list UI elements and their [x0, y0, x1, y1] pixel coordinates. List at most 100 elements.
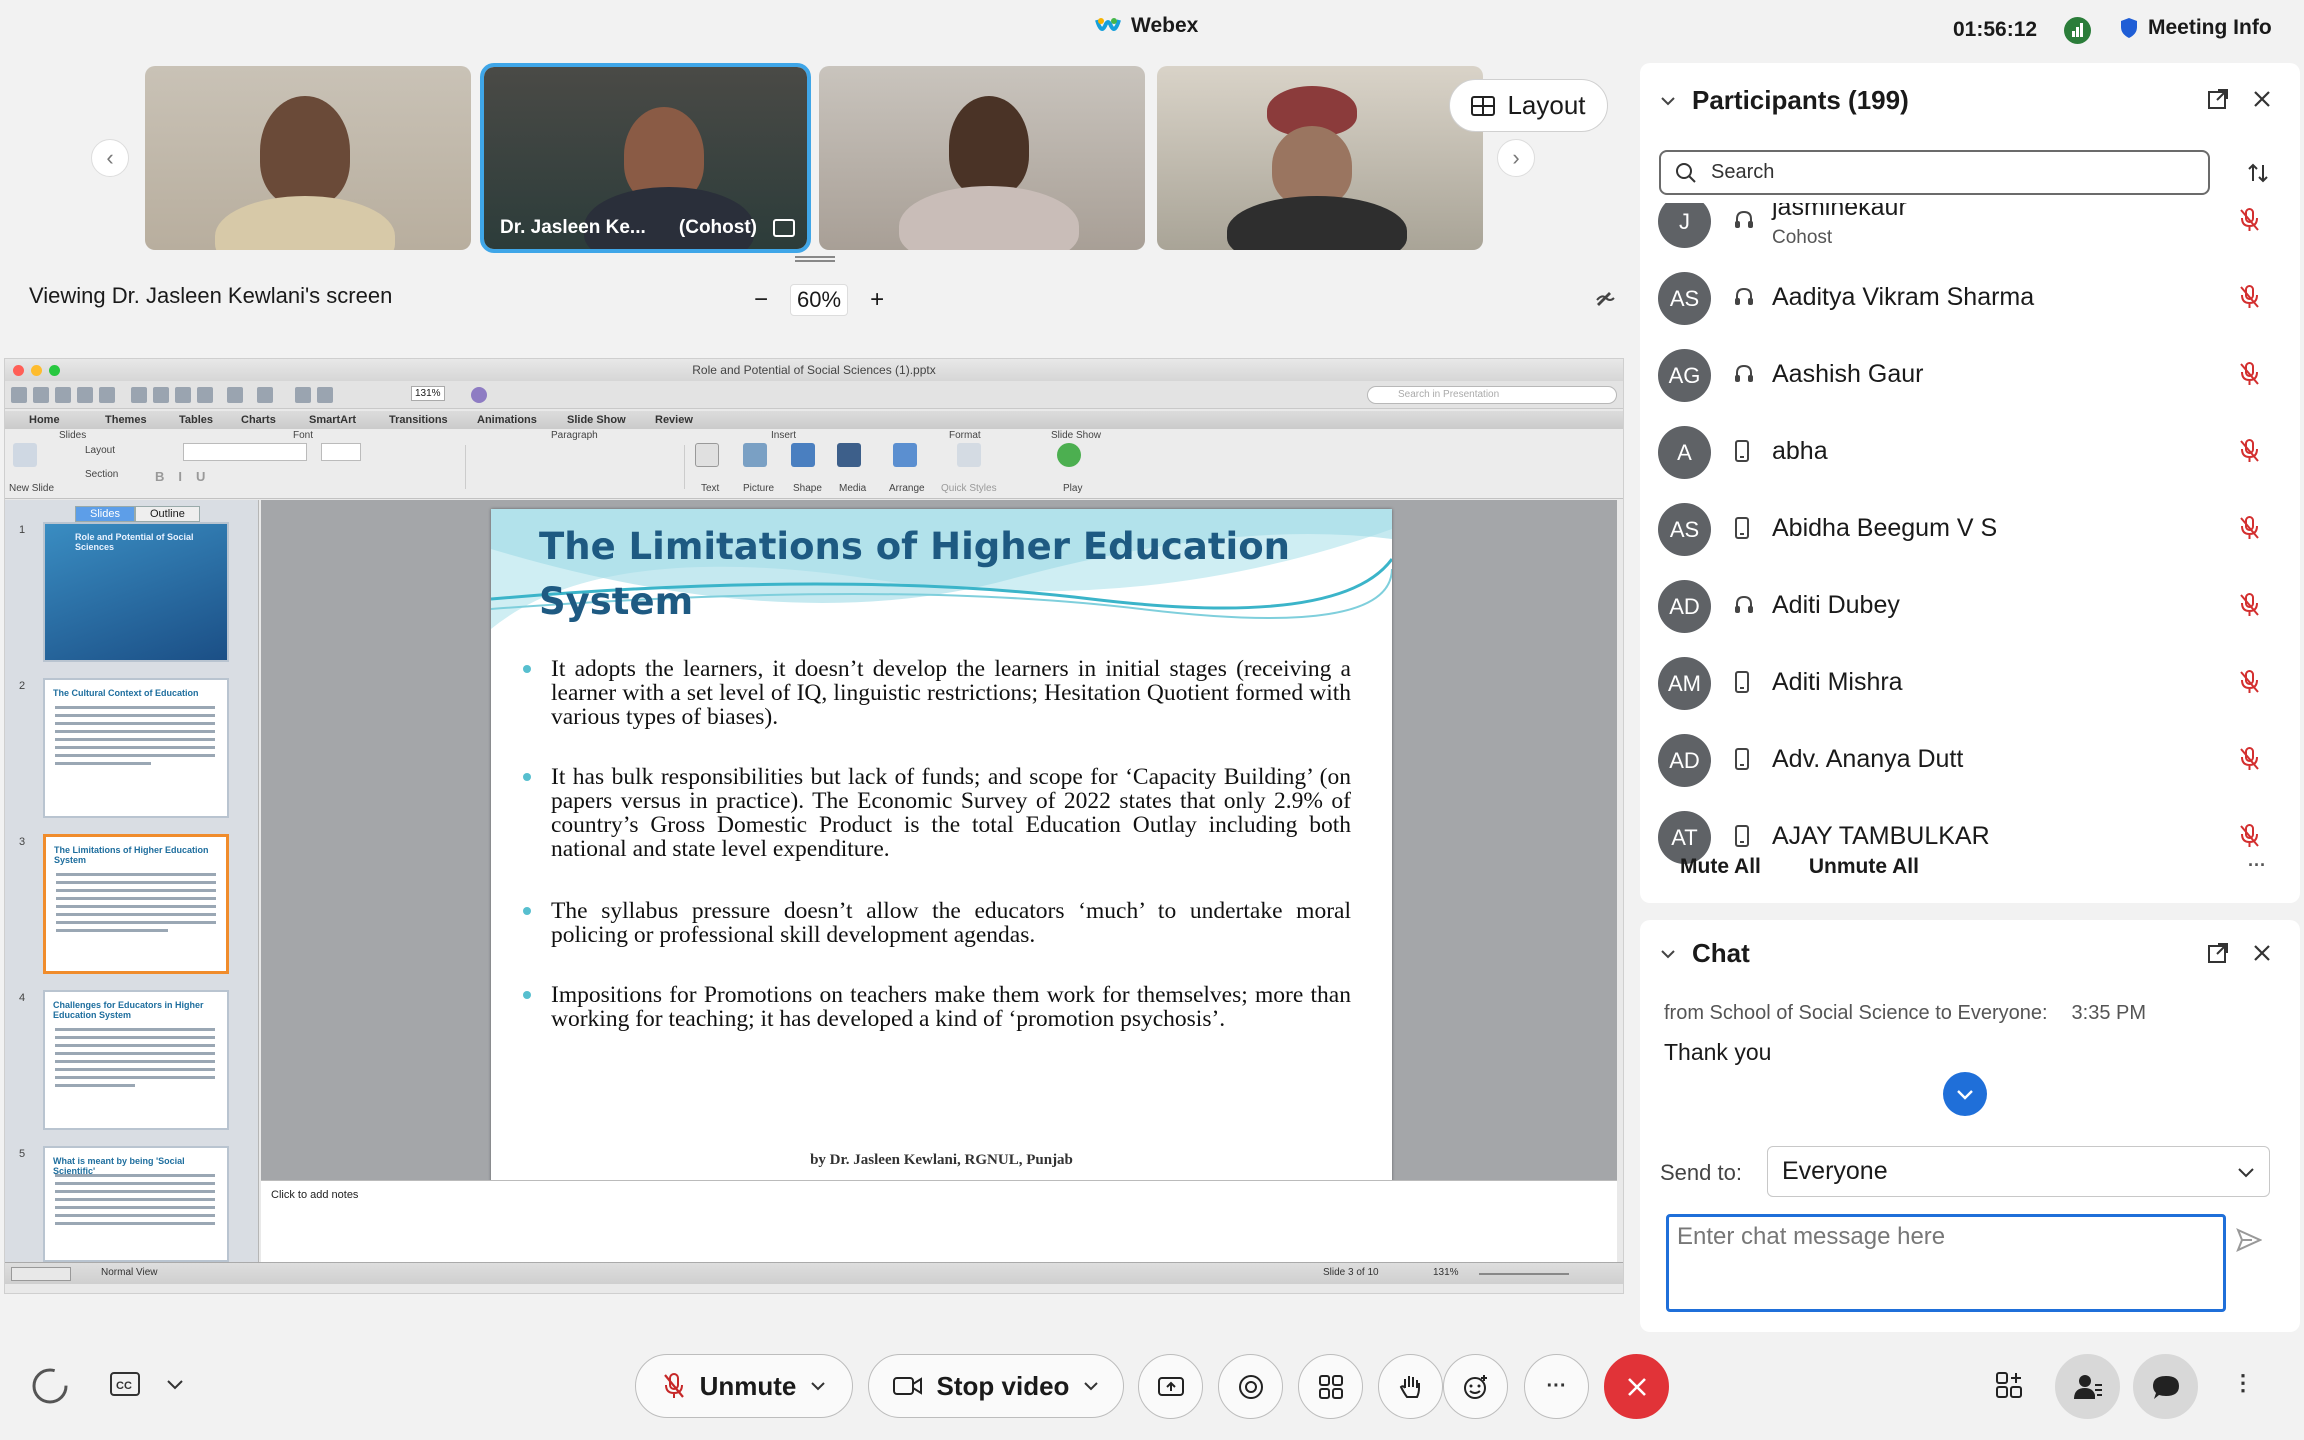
quick-styles-icon[interactable]: [957, 443, 981, 467]
ribbon-tab-tables[interactable]: Tables: [179, 414, 213, 426]
participant-row[interactable]: AS Aaditya Vikram Sharma: [1640, 260, 2300, 337]
tab-slides[interactable]: Slides: [75, 506, 135, 522]
media-icon[interactable]: [837, 443, 861, 467]
participant-row[interactable]: Jjasminekaur Cohost: [1640, 203, 2300, 260]
current-slide[interactable]: The Limitations of Higher Education Syst…: [491, 509, 1392, 1185]
scroll-to-latest-button[interactable]: [1943, 1072, 1987, 1116]
ppt-search-input[interactable]: Search in Presentation: [1367, 386, 1617, 404]
paragraph-buttons[interactable]: [465, 445, 685, 489]
network-signal-icon[interactable]: [2064, 17, 2091, 44]
close-icon[interactable]: [2252, 89, 2272, 109]
share-button[interactable]: [1138, 1354, 1203, 1419]
send-to-select[interactable]: Everyone: [1767, 1146, 2270, 1197]
participants-header[interactable]: Participants (199): [1660, 85, 1909, 116]
zoom-box[interactable]: 131%: [411, 386, 445, 401]
mic-muted-icon[interactable]: [2238, 515, 2262, 541]
reactions-button[interactable]: [1443, 1354, 1508, 1419]
slide-thumbnail[interactable]: What is meant by being 'Social Scientifi…: [43, 1146, 229, 1262]
participant-row[interactable]: AM Aditi Mishra: [1640, 645, 2300, 722]
chevron-down-icon[interactable]: [166, 1378, 184, 1390]
chat-toggle-button[interactable]: [2133, 1354, 2198, 1419]
notes-pane[interactable]: Click to add notes: [261, 1180, 1617, 1262]
participant-row[interactable]: Aabha: [1640, 414, 2300, 491]
record-button[interactable]: [1218, 1354, 1283, 1419]
video-tile[interactable]: [1157, 66, 1483, 250]
meeting-info-button[interactable]: Meeting Info: [2120, 16, 2272, 40]
text-box-icon[interactable]: [695, 443, 719, 467]
stop-video-button[interactable]: Stop video: [868, 1354, 1124, 1418]
shape-icon[interactable]: [791, 443, 815, 467]
send-icon[interactable]: [2236, 1228, 2262, 1252]
tab-outline[interactable]: Outline: [134, 506, 200, 522]
font-format-buttons[interactable]: BIU: [155, 469, 219, 484]
mic-muted-icon[interactable]: [2238, 746, 2262, 772]
ribbon-tab-transitions[interactable]: Transitions: [389, 414, 448, 426]
next-video-arrow[interactable]: ›: [1497, 139, 1535, 177]
participant-row[interactable]: AD Aditi Dubey: [1640, 568, 2300, 645]
new-slide-icon[interactable]: [13, 443, 37, 467]
font-name-select[interactable]: [183, 443, 307, 461]
ribbon-tab-animations[interactable]: Animations: [477, 414, 537, 426]
closed-captions-button[interactable]: CC: [110, 1372, 140, 1396]
add-apps-icon[interactable]: [1994, 1370, 2024, 1400]
zoom-in-button[interactable]: +: [870, 286, 884, 314]
zoom-out-button[interactable]: −: [754, 286, 768, 314]
popout-icon[interactable]: [2207, 88, 2229, 110]
section-menu[interactable]: Section: [85, 469, 118, 480]
participant-row[interactable]: AD Adv. Ananya Dutt: [1640, 722, 2300, 799]
participant-row[interactable]: AG Aashish Gaur: [1640, 337, 2300, 414]
close-icon[interactable]: [2252, 943, 2272, 963]
zoom-slider[interactable]: [1479, 1273, 1569, 1275]
video-tile-active-speaker[interactable]: Dr. Jasleen Ke... (Cohost): [480, 63, 811, 253]
ribbon-tab-smartart[interactable]: SmartArt: [309, 414, 356, 426]
sort-icon[interactable]: [2246, 161, 2270, 185]
participants-search-input[interactable]: Search: [1659, 150, 2210, 195]
raise-hand-button[interactable]: [1378, 1354, 1443, 1419]
more-options-button[interactable]: ···: [1524, 1354, 1589, 1419]
previous-video-arrow[interactable]: ‹: [91, 139, 129, 177]
mic-muted-icon[interactable]: [2238, 438, 2262, 464]
arrange-icon[interactable]: [893, 443, 917, 467]
mic-muted-icon[interactable]: [2238, 361, 2262, 387]
mic-muted-icon[interactable]: [2238, 823, 2262, 849]
mic-muted-icon[interactable]: [2238, 207, 2262, 233]
slide-thumbnail-selected[interactable]: The Limitations of Higher Education Syst…: [43, 834, 229, 974]
more-options-button[interactable]: ···: [2248, 855, 2266, 876]
picture-icon[interactable]: [743, 443, 767, 467]
mic-muted-icon[interactable]: [2238, 592, 2262, 618]
ribbon-tab-charts[interactable]: Charts: [241, 414, 276, 426]
ribbon-tab-themes[interactable]: Themes: [105, 414, 147, 426]
mute-all-button[interactable]: Mute All: [1680, 855, 1761, 879]
unmute-button[interactable]: Unmute: [635, 1354, 853, 1418]
more-options-icon[interactable]: ⋮: [2232, 1370, 2254, 1396]
slide-thumbnail[interactable]: The Cultural Context of Education: [43, 678, 229, 818]
ribbon-tab-review[interactable]: Review: [655, 414, 693, 426]
layout-button[interactable]: Layout: [1449, 79, 1608, 132]
video-tile[interactable]: [819, 66, 1145, 250]
slide-thumbnail[interactable]: Role and Potential of Social Sciences: [43, 522, 229, 662]
chat-message-input[interactable]: Enter chat message here: [1666, 1214, 2226, 1312]
participant-row[interactable]: AS Abidha Beegum V S: [1640, 491, 2300, 568]
ribbon-tab-home[interactable]: Home: [29, 414, 60, 426]
play-icon[interactable]: [1057, 443, 1081, 467]
popout-icon[interactable]: [2207, 942, 2229, 964]
chat-header[interactable]: Chat: [1660, 938, 1750, 969]
participants-toggle-button[interactable]: [2055, 1354, 2120, 1419]
status-ring-icon[interactable]: [30, 1366, 70, 1406]
chevron-down-icon[interactable]: [1660, 948, 1676, 960]
font-size-select[interactable]: [321, 443, 361, 461]
chevron-down-icon[interactable]: [1660, 95, 1676, 107]
layout-menu[interactable]: Layout: [85, 445, 115, 456]
end-call-button[interactable]: [1604, 1354, 1669, 1419]
shared-screen[interactable]: Role and Potential of Social Sciences (1…: [4, 358, 1624, 1294]
video-tile[interactable]: [145, 66, 471, 250]
slide-canvas[interactable]: The Limitations of Higher Education Syst…: [261, 500, 1617, 1185]
ribbon-tab-slide-show[interactable]: Slide Show: [567, 414, 626, 426]
mic-muted-icon[interactable]: [2238, 669, 2262, 695]
mic-muted-icon[interactable]: [2238, 284, 2262, 310]
slide-thumbnail[interactable]: Challenges for Educators in Higher Educa…: [43, 990, 229, 1130]
unmute-all-button[interactable]: Unmute All: [1809, 855, 1919, 879]
apps-button[interactable]: [1298, 1354, 1363, 1419]
view-buttons[interactable]: [11, 1267, 71, 1281]
annotate-pen-icon[interactable]: [1594, 286, 1616, 308]
